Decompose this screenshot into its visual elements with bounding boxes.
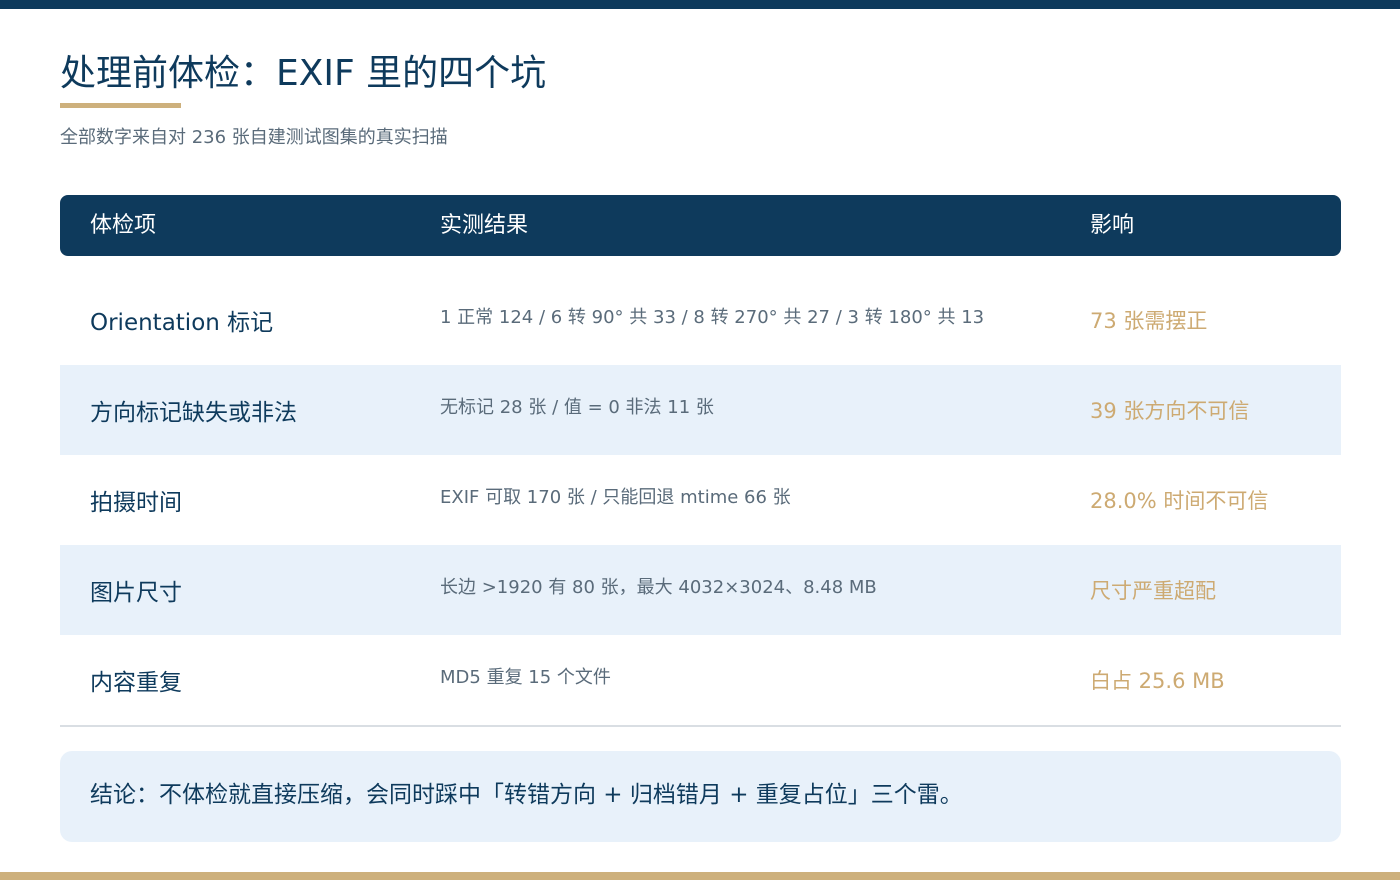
row-item: 拍摄时间 [90,490,182,516]
title-underline [60,103,181,108]
row-impact: 白占 25.6 MB [1090,669,1225,693]
header-result: 实测结果 [440,213,529,238]
header-impact: 影响 [1090,213,1135,238]
row-impact: 28.0% 时间不可信 [1090,489,1269,513]
header-item: 体检项 [90,213,157,238]
row-item: Orientation 标记 [90,310,274,336]
table-row: 图片尺寸 长边 >1920 有 80 张，最大 4032×3024、8.48 M… [60,545,1341,635]
row-result: MD5 重复 15 个文件 [440,667,611,688]
table-row: 方向标记缺失或非法 无标记 28 张 / 值 = 0 非法 11 张 39 张方… [60,365,1341,455]
bottom-accent-bar [0,872,1400,880]
conclusion-box: 结论：不体检就直接压缩，会同时踩中「转错方向 + 归档错月 + 重复占位」三个雷… [60,751,1341,842]
row-impact: 39 张方向不可信 [1090,399,1250,423]
row-impact: 73 张需摆正 [1090,309,1208,333]
table-row: 拍摄时间 EXIF 可取 170 张 / 只能回退 mtime 66 张 28.… [60,455,1341,545]
page-title: 处理前体检：EXIF 里的四个坑 [60,53,547,94]
row-result: 长边 >1920 有 80 张，最大 4032×3024、8.48 MB [440,577,877,598]
table-bottom-divider [60,725,1341,727]
top-accent-bar [0,0,1400,9]
table-row: 内容重复 MD5 重复 15 个文件 白占 25.6 MB [60,635,1341,725]
table-row: Orientation 标记 1 正常 124 / 6 转 90° 共 33 /… [60,275,1341,365]
row-result: 1 正常 124 / 6 转 90° 共 33 / 8 转 270° 共 27 … [440,307,985,328]
page-subtitle: 全部数字来自对 236 张自建测试图集的真实扫描 [60,127,448,148]
conclusion-text: 结论：不体检就直接压缩，会同时踩中「转错方向 + 归档错月 + 重复占位」三个雷… [90,782,963,808]
table-header: 体检项 实测结果 影响 [60,195,1341,256]
row-item: 方向标记缺失或非法 [90,400,297,426]
row-item: 内容重复 [90,670,182,696]
row-item: 图片尺寸 [90,580,182,606]
row-result: EXIF 可取 170 张 / 只能回退 mtime 66 张 [440,487,791,508]
table-body: Orientation 标记 1 正常 124 / 6 转 90° 共 33 /… [60,275,1341,725]
row-result: 无标记 28 张 / 值 = 0 非法 11 张 [440,397,714,418]
row-impact: 尺寸严重超配 [1090,579,1216,603]
